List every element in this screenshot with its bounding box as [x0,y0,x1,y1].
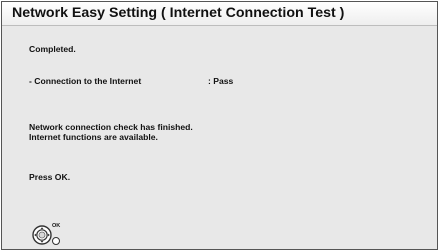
internet-available-message: Internet functions are available. [29,132,158,142]
result-panel: Completed. - Connection to the Internet … [2,26,437,249]
select-circle-icon [52,237,60,245]
completion-status: Completed. [29,44,76,54]
title-bar: Network Easy Setting ( Internet Connecti… [2,2,437,26]
press-ok-instruction: Press OK. [29,172,71,182]
connection-check-label: - Connection to the Internet [29,76,142,86]
check-finished-message: Network connection check has finished. [29,122,193,132]
ok-button-indicator[interactable]: OK [32,223,72,249]
ok-label: OK [52,223,61,229]
connection-check-result: : Pass [208,76,234,86]
remote-dpad-icon [32,225,52,245]
network-easy-setting-screen: Network Easy Setting ( Internet Connecti… [1,1,438,250]
page-title: Network Easy Setting ( Internet Connecti… [12,5,345,21]
